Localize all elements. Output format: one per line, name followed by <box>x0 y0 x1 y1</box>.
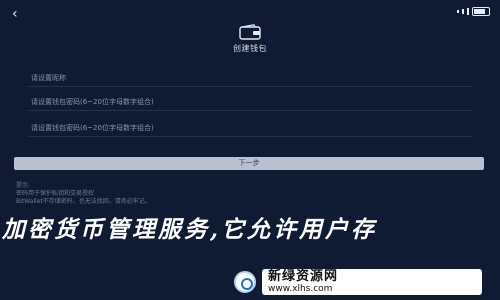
caption-banner: 加密货币管理服务,它允许用户存 <box>2 216 378 243</box>
confirm-password-field[interactable]: 请设置钱包密码(6~20位字母数字组合) <box>28 121 472 137</box>
wallet-icon <box>239 24 261 40</box>
battery-icon <box>472 6 490 16</box>
password-field[interactable]: 请设置钱包密码(6~20位字母数字组合) <box>28 95 472 111</box>
watermark-url: www.xlhs.com <box>268 284 333 294</box>
next-button[interactable]: 下一步 <box>14 157 484 170</box>
signal-icon <box>457 9 459 13</box>
tips-line: 密码用于保护私钥和交易授权 <box>16 190 95 197</box>
signal-icon <box>462 8 464 14</box>
signal-icon <box>467 7 469 15</box>
watermark-logo-icon <box>234 271 256 293</box>
watermark: 新绿资源网 www.xlhs.com <box>222 268 492 296</box>
tips-line: BitWallet不存储密码，也无法找回，请务必牢记。 <box>16 198 151 205</box>
watermark-name: 新绿资源网 <box>268 269 339 284</box>
tips-text: 提示: 密码用于保护私钥和交易授权 BitWallet不存储密码，也无法找回，请… <box>16 182 476 206</box>
watermark-label: 新绿资源网 www.xlhs.com <box>262 269 482 295</box>
back-arrow-icon[interactable]: ‹ <box>12 7 26 21</box>
page-title: 创建钱包 <box>233 44 267 53</box>
status-bar: ‹ <box>0 0 500 22</box>
nickname-field[interactable]: 请设置昵称 <box>28 71 472 87</box>
status-icons <box>457 6 490 16</box>
tips-heading: 提示: <box>16 182 31 189</box>
